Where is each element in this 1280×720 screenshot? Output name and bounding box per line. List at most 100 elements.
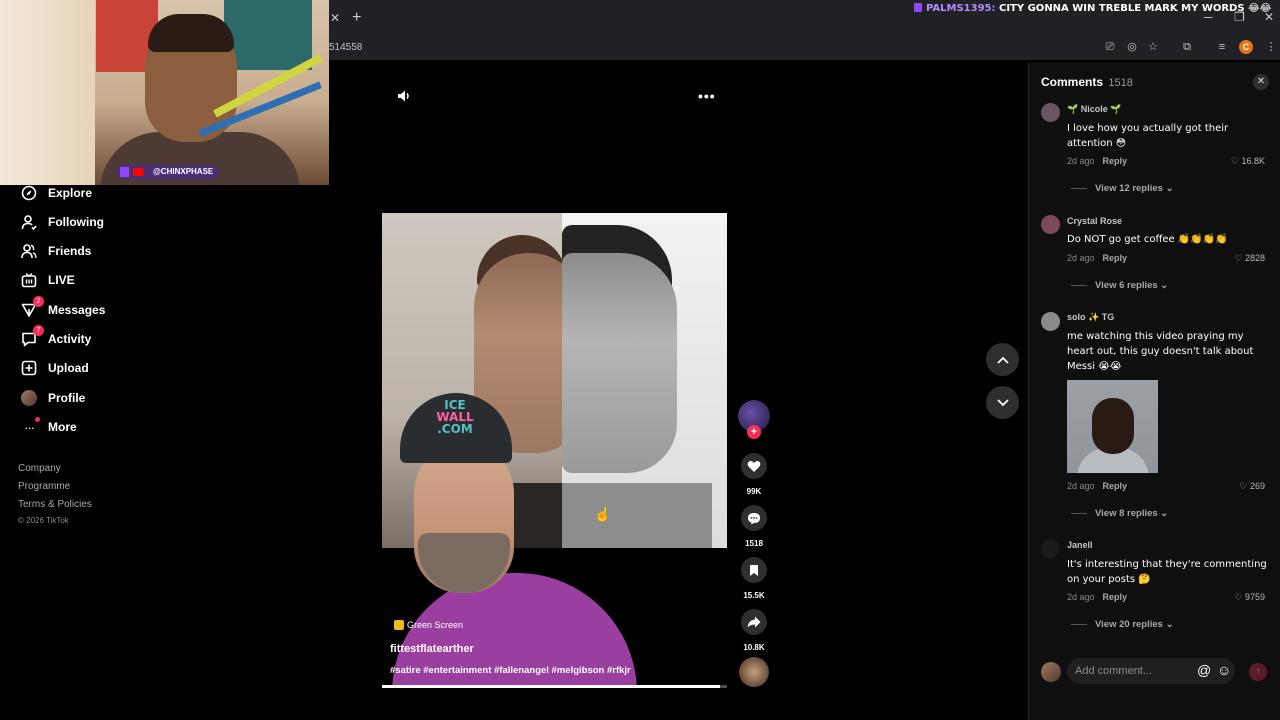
footer-link-company[interactable]: Company (18, 463, 61, 474)
view-replies-button[interactable]: View 12 replies ⌄ (1071, 183, 1174, 194)
mention-icon[interactable]: @ (1197, 662, 1211, 678)
comment-time: 2d ago (1067, 253, 1095, 263)
comments-title: Comments (1041, 75, 1104, 89)
green-screen-badge[interactable]: Green Screen (394, 620, 463, 630)
video-author[interactable]: fittestflatearther (390, 643, 474, 655)
sidebar-item-profile[interactable]: Profile (20, 387, 85, 409)
comment-text: I love how you actually got their attent… (1067, 123, 1229, 149)
comment-time: 2d ago (1067, 592, 1095, 602)
comment-like-button[interactable]: ♡ 16.8K (1229, 156, 1265, 167)
follow-plus-icon[interactable]: + (747, 425, 761, 439)
comment-user[interactable]: 🌱 Nicole 🌱 (1067, 104, 1121, 115)
comment-image[interactable] (1067, 380, 1158, 473)
inbox-icon: 2 (20, 296, 44, 319)
comment-user[interactable]: solo ✨ TG (1067, 312, 1114, 323)
new-tab-icon[interactable]: + (352, 9, 361, 27)
youtube-icon (133, 168, 144, 176)
music-disc[interactable] (739, 657, 769, 687)
media-control-icon[interactable]: ≡ (1215, 41, 1229, 54)
video-player[interactable]: ICE WALL .COM Green Screen fittestflatea… (382, 213, 727, 688)
sidebar-label: More (48, 420, 77, 434)
restore-icon[interactable]: ❐ (1234, 10, 1245, 24)
comment-button[interactable] (741, 505, 767, 531)
save-button[interactable] (741, 557, 767, 583)
sidebar-item-live[interactable]: LIVE (20, 269, 75, 291)
window-close-icon[interactable]: ✕ (1264, 10, 1274, 24)
comment-user[interactable]: Janell (1067, 540, 1093, 550)
comment-like-count: 2828 (1244, 253, 1265, 263)
sidebar-label: Following (48, 215, 104, 229)
view-replies-button[interactable]: View 6 replies ⌄ (1071, 280, 1168, 291)
comment-like-button[interactable]: ♡ 9759 (1229, 592, 1265, 603)
share-button[interactable] (741, 609, 767, 635)
footer-link-programme[interactable]: Programme (18, 481, 70, 492)
streamer-webcam: @CHINXPHASE (0, 0, 329, 185)
comment-like-button[interactable]: ♡ 2828 (1229, 253, 1265, 264)
minimize-icon[interactable]: ─ (1204, 10, 1213, 24)
effect-label: Green Screen (407, 620, 464, 630)
comment-icon (748, 512, 760, 524)
cast-icon[interactable]: ⎚ (1103, 41, 1117, 54)
view-replies-button[interactable]: View 20 replies ⌄ (1071, 619, 1174, 630)
sidebar-label: Messages (48, 303, 106, 317)
comments-panel: Comments 1518 ✕ 🌱 Nicole 🌱 I love how yo… (1028, 62, 1280, 720)
footer-link-terms[interactable]: Terms & Policies (18, 499, 92, 510)
comment-meta: 2d ago Reply (1067, 156, 1127, 166)
upload-icon (20, 359, 38, 377)
activity-icon: 7 (20, 325, 44, 348)
webcam-hair (148, 14, 234, 52)
eye-off-icon[interactable]: ◎ (1125, 41, 1139, 54)
tab-close-icon[interactable]: ✕ (329, 11, 341, 25)
effect-icon (394, 620, 404, 630)
next-video-button[interactable] (986, 386, 1019, 419)
send-comment-button[interactable]: ↑ (1249, 663, 1267, 681)
comment-time: 2d ago (1067, 156, 1095, 166)
browser-menu-icon[interactable]: ⋮ (1264, 41, 1278, 54)
chevron-up-icon (996, 356, 1009, 364)
comment-avatar[interactable] (1041, 215, 1060, 234)
twitch-badge-icon (914, 3, 922, 12)
compass-icon (20, 184, 38, 202)
url-text[interactable]: 514558 (329, 42, 362, 53)
sidebar-item-friends[interactable]: Friends (20, 240, 91, 262)
sidebar-item-activity[interactable]: 7 Activity (20, 325, 91, 350)
comment-like-button[interactable]: ♡ 269 (1229, 481, 1265, 492)
video-hashtags[interactable]: #satire #entertainment #fallenangel #mel… (390, 665, 631, 676)
video-shirt-right (562, 483, 712, 548)
live-icon (20, 271, 38, 289)
sidebar-item-more[interactable]: ··· More (20, 416, 77, 438)
avatar-icon (20, 389, 38, 407)
comment-avatar[interactable] (1041, 103, 1060, 122)
comment-like-count: 269 (1249, 481, 1265, 491)
previous-video-button[interactable] (986, 343, 1019, 376)
bookmark-star-icon[interactable]: ☆ (1146, 41, 1160, 54)
comment-avatar[interactable] (1041, 312, 1060, 331)
cap-logo-text: ICE WALL .COM (436, 398, 474, 436)
sidebar-item-following[interactable]: Following (20, 211, 104, 233)
close-comments-icon[interactable]: ✕ (1253, 74, 1269, 90)
activity-badge: 7 (33, 325, 44, 336)
view-replies-button[interactable]: View 8 replies ⌄ (1071, 508, 1168, 519)
sidebar-label: Profile (48, 391, 86, 405)
sidebar-item-explore[interactable]: Explore (20, 182, 92, 204)
browser-profile-avatar[interactable]: C (1239, 40, 1253, 54)
reply-button[interactable]: Reply (1103, 253, 1128, 263)
chevron-down-icon (996, 398, 1009, 406)
reply-button[interactable]: Reply (1103, 481, 1128, 491)
reply-button[interactable]: Reply (1103, 156, 1128, 166)
sidebar-item-upload[interactable]: Upload (20, 357, 89, 379)
comment-user[interactable]: Crystal Rose (1067, 216, 1122, 226)
reply-button[interactable]: Reply (1103, 592, 1128, 602)
video-more-icon[interactable]: ••• (698, 88, 716, 104)
emoji-icon[interactable]: ☺ (1217, 662, 1231, 678)
sidebar-label: Upload (48, 361, 89, 375)
sidebar-item-messages[interactable]: 2 Messages (20, 296, 106, 321)
comment-meta: 2d ago Reply (1067, 592, 1127, 602)
volume-icon[interactable] (396, 88, 412, 107)
twitch-icon (120, 167, 129, 177)
like-button[interactable] (741, 453, 767, 479)
save-count: 15.5K (743, 591, 765, 600)
sidebar-label: Explore (48, 186, 93, 200)
extensions-icon[interactable]: ⧉ (1180, 41, 1194, 54)
comment-avatar[interactable] (1041, 539, 1060, 558)
